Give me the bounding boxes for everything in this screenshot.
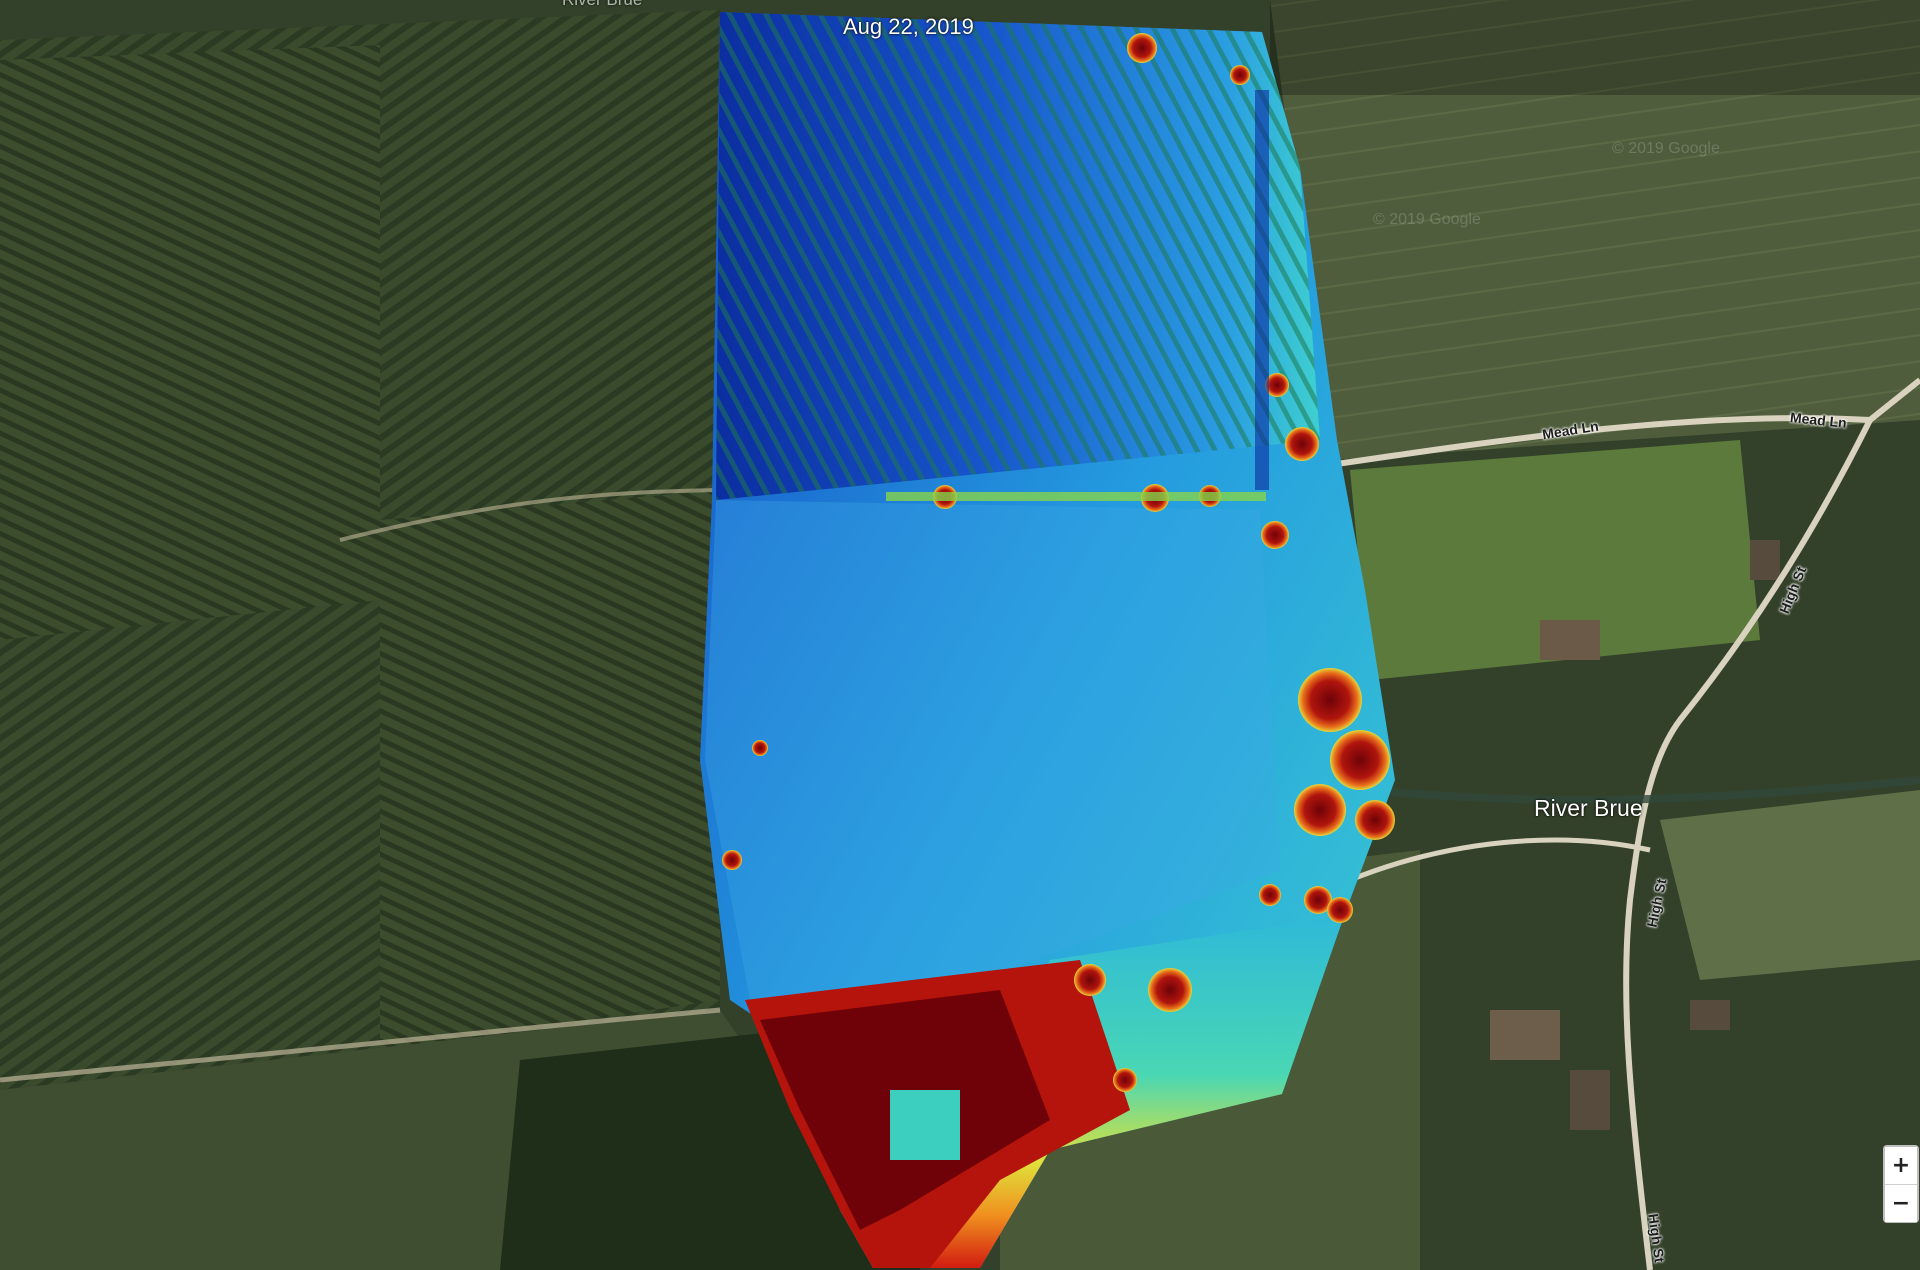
river-label: River Brue (1534, 795, 1643, 821)
map-view[interactable] (0, 0, 1920, 1270)
zoom-control: + − (1883, 1145, 1919, 1223)
zoom-in-button[interactable]: + (1885, 1147, 1917, 1184)
map-watermark: © 2019 Google (1373, 211, 1481, 228)
map-watermark: © 2019 Google (1612, 140, 1720, 157)
date-label: Aug 22, 2019 (843, 14, 974, 39)
zoom-out-button[interactable]: − (1885, 1185, 1917, 1222)
river-label-top: River Brue (562, 0, 642, 10)
